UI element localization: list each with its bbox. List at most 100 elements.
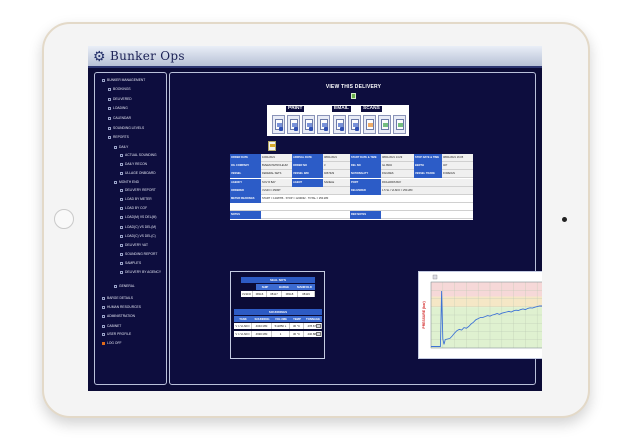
sidebar-item-load-c-vs-del-c[interactable]: LOAD(C) VS DEL(C) [120,234,156,238]
sidebar-item-label: BOOKINGS [113,87,131,91]
folder-icon [108,126,111,130]
sidebar-item-ullage-onboard[interactable]: ULLAGE ONBOARD [120,171,156,175]
print-chart-button[interactable] [317,115,330,134]
details-row: OIL COMPANY BVEEN PETROLEUM ORDER NO 3 DEL N… [230,162,473,171]
sidebar-item-calendar[interactable]: CALENDAR [108,116,131,120]
field-label: PORT [350,178,381,187]
field-label: ORDERED [230,186,261,195]
field-value: RICHARDS BAY [381,178,414,187]
field-value [292,186,323,195]
scan-view-button[interactable] [378,115,391,134]
edit-delivery-icon[interactable] [351,93,356,99]
edit-sounding-icon[interactable] [316,324,321,328]
seal-value: 08118 [282,291,298,297]
sidebar-item-load-m-vs-del-m[interactable]: LOAD(M) VS DEL(M) [120,215,157,219]
field-value: 08/01/2021 [323,154,350,162]
seals-soundings-panel: SEAL NO'S SHIP BARGE MANIFOLD VLSFO 08116 0811… [230,271,325,359]
sidebar-item-delivery-by-agency[interactable]: DELIVERY BY AGENCY [120,270,161,274]
sidebar-item-bookings[interactable]: BOOKINGS [108,87,131,91]
details-row: VESSEL FEDERAL SETS VESSEL IMO 9267329 NATIO… [230,170,473,179]
folder-icon [102,341,105,345]
soundings-column-header: TEMP [290,316,304,322]
folder-icon [114,180,117,184]
page-icon [120,197,123,201]
field-label: ORDER NO [292,162,323,171]
soundings-cell: 1 [272,331,290,337]
sidebar-item-label: DELIVERY REPORT [125,188,156,192]
field-label: STOP DATE & TIME [414,154,442,162]
zoom-icon[interactable] [432,274,438,280]
seal-nos-header: SEAL NO'S [241,277,315,283]
edit-sounding-icon[interactable] [316,332,321,336]
email-delivery-note-button[interactable] [333,115,346,134]
field-value [323,186,350,195]
sidebar-item-label: USER PROFILE [107,332,132,336]
sidebar-item-label: SAMPLE'S [125,261,142,265]
sidebar-item-sounding-levels[interactable]: SOUNDING LEVELS [108,126,144,130]
print-label: PRINT [286,106,305,112]
scan-download-button[interactable] [393,115,406,134]
sidebar-item-barge-details[interactable]: BARGE DETAILS [102,296,133,300]
sidebar-item-sample-s[interactable]: SAMPLE'S [120,261,141,265]
sidebar-item-load-by-meter[interactable]: LOAD BY METER [120,197,152,201]
field-label: METER READINGS [230,195,261,203]
print-delivery-note-button[interactable] [272,115,285,134]
sidebar-item-daily[interactable]: DAILY [114,145,128,149]
sidebar-item-loading[interactable]: LOADING [108,106,128,110]
sidebar-item-delivery-report[interactable]: DELIVERY REPORT [120,188,156,192]
scan-upload-button[interactable] [363,115,376,134]
sidebar-item-label: DELIVERY VAT [125,243,149,247]
field-label: VESSEL TRADE [414,170,442,179]
field-label: NATIONALITY [350,170,381,179]
field-value: 08/01/2021 16:05 [442,154,473,162]
sidebar-item-month-end[interactable]: MONTH END [114,180,139,184]
sidebar-item-delivered[interactable]: DELIVERED [108,97,132,101]
sidebar-item-label: DELIVERY BY AGENCY [125,270,162,274]
page-icon [120,243,123,247]
folder-icon [102,305,105,309]
app-logo[interactable]: Bunker Ops [110,49,185,63]
field-value: 3 [323,162,350,171]
seal-column-header: MANIFOLD [294,284,315,290]
print-bdn-button[interactable] [287,115,300,134]
field-value [442,178,473,187]
sidebar-item-load-c-vs-del-m[interactable]: LOAD(C) VS DEL(M) [120,225,156,229]
field-value [414,186,442,195]
gear-icon: ⚙ [93,48,106,64]
attachment-icon[interactable] [268,141,276,151]
sidebar-item-human-resources[interactable]: HUMAN RESOURCES [102,305,141,309]
sidebar-item-administration[interactable]: ADMINISTRATION [102,314,135,318]
sidebar-item-general[interactable]: GENERAL [114,284,135,288]
details-row: AGENCY SOV R BAY AGENT SANELE PORT RICHARDS B… [230,178,473,187]
pressure-chart-svg: PRESSURE (bar) [422,274,542,349]
soundings-column-header: TANK [234,316,252,322]
field-value: 407 [442,162,473,171]
email-bdn-button[interactable] [348,115,361,134]
page-title: VIEW THIS DELIVERY [325,84,382,90]
home-button[interactable] [54,209,74,229]
sidebar-item-label: ACTUAL SOUNDING [125,153,157,157]
sidebar-item-daily-recon[interactable]: DAILY RECON [120,162,147,166]
sidebar-item-delivery-vat[interactable]: DELIVERY VAT [120,243,148,247]
sidebar-item-cabinet[interactable]: CABINET [102,324,121,328]
sidebar-item-bunker-management[interactable]: BUNKER MANAGEMENT [102,78,145,82]
sidebar-item-label: CALENDAR [113,116,131,120]
sidebar-item-sounding-report[interactable]: SOUNDING REPORT [120,252,157,256]
sidebar-item-user-profile[interactable]: USER PROFILE [102,332,131,336]
sidebar-item-label: REPORTS [113,135,129,139]
main-content: VIEW THIS DELIVERY PRINT EMAIL SCANS ORD… [169,72,542,385]
sidebar-item-actual-sounding[interactable]: ACTUAL SOUNDING [120,153,157,157]
soundings-cell: 512850 L [272,323,290,329]
sidebar-item-label: SOUNDING REPORT [125,252,158,256]
sidebar-item-reports[interactable]: REPORTS [108,135,129,139]
folder-icon [108,87,111,91]
folder-icon [108,106,111,110]
folder-icon [108,135,111,139]
sidebar-item-log-off[interactable]: LOG OFF [102,341,121,345]
scan-icon [366,119,374,130]
print-sounding-button[interactable] [302,115,315,134]
folder-icon [102,78,105,82]
field-value: 10/01/2021 [261,154,292,162]
sidebar-item-load-by-cof[interactable]: LOAD BY COF [120,206,147,210]
seal-value: 08119 [298,291,315,297]
